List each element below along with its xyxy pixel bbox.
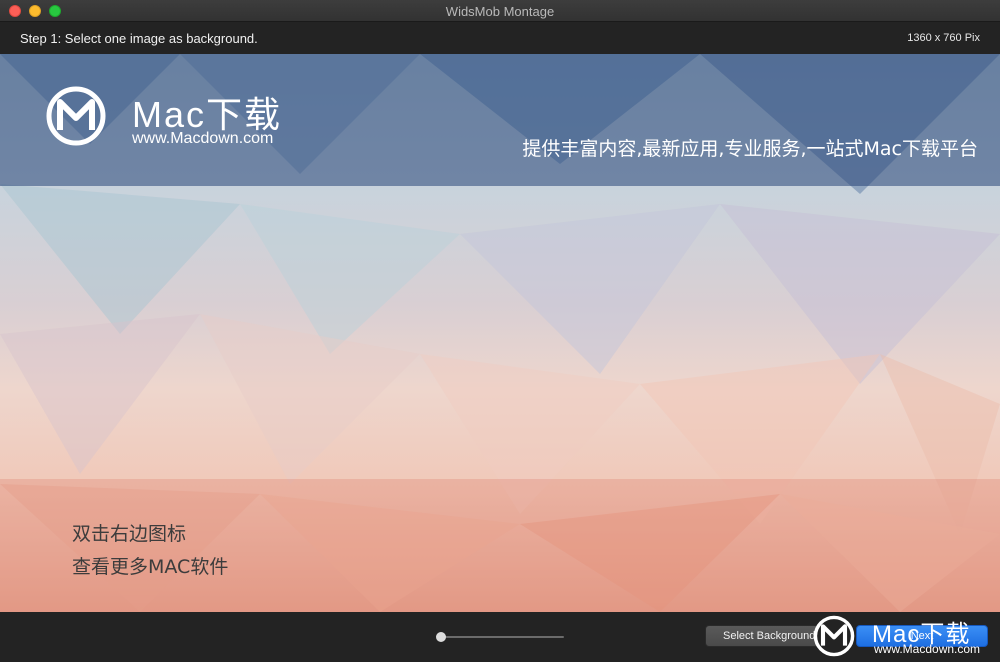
image-dimensions: 1360 x 760 Pix [907,32,980,44]
hint-line-1: 双击右边图标 [72,523,187,545]
select-background-button[interactable]: Select Background [705,625,825,647]
tagline: 提供丰富内容,最新应用,专业服务,一站式Mac下载平台 [522,138,978,160]
watermark-m-logo-icon [813,615,855,657]
step-bar: Step 1: Select one image as background. … [0,22,1000,54]
macdown-logo: Mac下载 www.Macdown.com [44,82,324,152]
macdown-m-logo-icon [46,86,106,146]
app-window: WidsMob Montage Step 1: Select one image… [0,0,1000,662]
background-image-canvas[interactable]: Mac下载 www.Macdown.com 提供丰富内容,最新应用,专业服务,一… [0,54,1000,612]
logo-url: www.Macdown.com [132,130,274,147]
zoom-slider-track[interactable] [440,636,564,638]
watermark-url: www.Macdown.com [874,642,981,656]
title-bar: WidsMob Montage [0,0,1000,22]
hint-line-2: 查看更多MAC软件 [72,556,229,578]
window-title: WidsMob Montage [445,4,555,19]
step-instruction: Step 1: Select one image as background. [20,31,258,46]
watermark: Mac下载 www.Macdown.com [812,612,992,660]
zoom-slider-handle[interactable] [436,632,446,642]
